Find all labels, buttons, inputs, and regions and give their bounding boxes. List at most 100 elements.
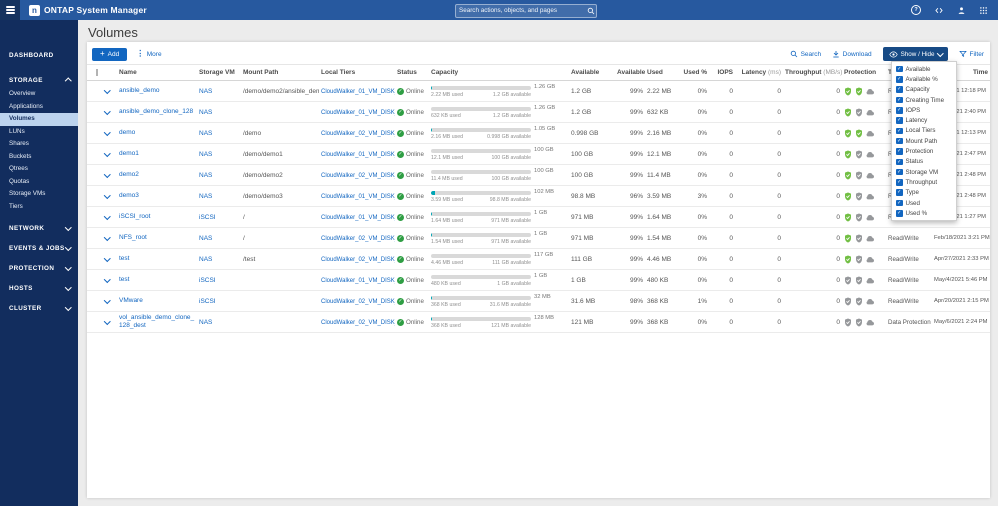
column-header-used[interactable]: Used xyxy=(645,69,681,76)
checkbox-checked-icon[interactable]: ✓ xyxy=(896,117,903,124)
sidebar-item-network[interactable]: NETWORK xyxy=(0,221,78,236)
storage-vm-link[interactable]: NAS xyxy=(199,88,212,95)
volume-name-link[interactable]: test xyxy=(119,276,195,284)
column-header-status[interactable]: Status xyxy=(395,69,429,76)
global-search-box[interactable] xyxy=(455,3,597,18)
row-expand-chevron[interactable] xyxy=(104,108,111,115)
show-hide-menu-item[interactable]: ✓ Mount Path xyxy=(892,136,956,146)
show-hide-menu-item[interactable]: ✓ Local Tiers xyxy=(892,126,956,136)
sidebar-storage-subitem[interactable]: Storage VMs xyxy=(0,188,78,201)
show-hide-menu-item[interactable]: ✓ Available xyxy=(892,64,956,74)
sidebar-storage-subitem[interactable]: Overview xyxy=(0,88,78,101)
checkbox-checked-icon[interactable]: ✓ xyxy=(896,189,903,196)
volume-name-link[interactable]: iSCSI_root xyxy=(119,213,195,221)
row-expand-chevron[interactable] xyxy=(104,150,111,157)
show-hide-menu-item[interactable]: ✓ Used xyxy=(892,198,956,208)
storage-vm-link[interactable]: iSCSI xyxy=(199,277,216,284)
row-expand-chevron[interactable] xyxy=(104,234,111,241)
checkbox-checked-icon[interactable]: ✓ xyxy=(896,158,903,166)
table-row[interactable]: test iSCSI CloudWalker_01_VM_DISK_1 ✓ On… xyxy=(87,270,990,291)
table-row[interactable]: vol_ansible_demo_clone_128_dest NAS Clou… xyxy=(87,312,990,333)
volume-name-link[interactable]: demo xyxy=(119,129,195,137)
storage-vm-link[interactable]: iSCSI xyxy=(199,298,216,305)
local-tier-link[interactable]: CloudWalker_01_VM_DISK_1 xyxy=(321,89,395,95)
show-hide-menu-item[interactable]: ✓ Creating Time xyxy=(892,95,956,105)
apps-grid-icon[interactable] xyxy=(979,6,988,15)
add-button[interactable]: + Add xyxy=(92,47,128,61)
sidebar-storage-subitem[interactable]: Quotas xyxy=(0,176,78,189)
local-tier-link[interactable]: CloudWalker_02_VM_DISK_1 xyxy=(321,299,395,305)
filter-button[interactable]: Filter xyxy=(959,50,984,58)
show-hide-menu-item[interactable]: ✓ Latency xyxy=(892,115,956,125)
checkbox-checked-icon[interactable]: ✓ xyxy=(896,199,903,207)
row-expand-chevron[interactable] xyxy=(104,318,111,325)
volume-name-link[interactable]: demo1 xyxy=(119,150,195,158)
row-expand-chevron[interactable] xyxy=(104,87,111,94)
local-tier-link[interactable]: CloudWalker_01_VM_DISK_1 xyxy=(321,152,395,158)
row-expand-chevron[interactable] xyxy=(104,276,111,283)
storage-vm-link[interactable]: NAS xyxy=(199,151,212,158)
checkbox-checked-icon[interactable]: ✓ xyxy=(896,179,903,186)
sidebar-storage-subitem[interactable]: Volumes xyxy=(0,113,78,126)
sidebar-storage-subitem[interactable]: Applications xyxy=(0,101,78,114)
show-hide-menu-item[interactable]: ✓ Status xyxy=(892,157,956,167)
column-header-protection[interactable]: Protection xyxy=(842,69,886,76)
checkbox-checked-icon[interactable]: ✓ xyxy=(896,148,903,155)
sidebar-storage-subitem[interactable]: Buckets xyxy=(0,151,78,164)
column-header-iops[interactable]: IOPS xyxy=(709,69,735,76)
local-tier-link[interactable]: CloudWalker_01_VM_DISK_1 xyxy=(321,278,395,284)
sidebar-storage-subitem[interactable]: Shares xyxy=(0,138,78,151)
local-tier-link[interactable]: CloudWalker_02_VM_DISK_1 xyxy=(321,131,395,137)
row-expand-chevron[interactable] xyxy=(104,297,111,304)
checkbox-checked-icon[interactable]: ✓ xyxy=(896,96,903,104)
sidebar-item-cluster[interactable]: CLUSTER xyxy=(0,301,78,316)
show-hide-menu-item[interactable]: ✓ Used % xyxy=(892,208,956,218)
volume-name-link[interactable]: ansible_demo xyxy=(119,87,195,95)
storage-vm-link[interactable]: NAS xyxy=(199,130,212,137)
sidebar-item-dashboard[interactable]: DASHBOARD xyxy=(0,48,78,63)
help-icon[interactable]: ? xyxy=(911,5,921,15)
storage-vm-link[interactable]: NAS xyxy=(199,172,212,179)
column-header-available-pct[interactable]: Available % xyxy=(615,69,645,76)
sidebar-item-storage[interactable]: STORAGE xyxy=(0,73,78,88)
local-tier-link[interactable]: CloudWalker_01_VM_DISK_1 xyxy=(321,110,395,116)
user-icon[interactable] xyxy=(957,6,966,15)
volume-name-link[interactable]: demo2 xyxy=(119,171,195,179)
sidebar-item-hosts[interactable]: HOSTS xyxy=(0,281,78,296)
row-expand-chevron[interactable] xyxy=(104,171,111,178)
row-expand-chevron[interactable] xyxy=(104,192,111,199)
volume-name-link[interactable]: VMware xyxy=(119,297,195,305)
storage-vm-link[interactable]: iSCSI xyxy=(199,214,216,221)
storage-vm-link[interactable]: NAS xyxy=(199,193,212,200)
checkbox-checked-icon[interactable]: ✓ xyxy=(896,76,903,83)
app-logo[interactable]: n ONTAP System Manager xyxy=(29,4,147,16)
column-header-capacity[interactable]: Capacity xyxy=(429,69,569,76)
select-all-checkbox[interactable] xyxy=(96,69,98,76)
column-header-used-pct[interactable]: Used % xyxy=(681,69,709,76)
volume-name-link[interactable]: NFS_root xyxy=(119,234,195,242)
checkbox-checked-icon[interactable]: ✓ xyxy=(896,65,903,73)
row-expand-chevron[interactable] xyxy=(104,129,111,136)
sidebar-storage-subitem[interactable]: Qtrees xyxy=(0,163,78,176)
sidebar-item-events-jobs[interactable]: EVENTS & JOBS xyxy=(0,241,78,256)
show-hide-button[interactable]: Show / Hide xyxy=(882,47,949,61)
volume-name-link[interactable]: vol_ansible_demo_clone_128_dest xyxy=(119,314,195,330)
show-hide-menu-item[interactable]: ✓ Available % xyxy=(892,74,956,84)
sidebar-storage-subitem[interactable]: LUNs xyxy=(0,126,78,139)
column-header-latency[interactable]: Latency (ms) xyxy=(735,69,783,76)
table-row[interactable]: NFS_root NAS / CloudWalker_02_VM_DISK_1 … xyxy=(87,228,990,249)
column-header-mount-path[interactable]: Mount Path xyxy=(241,69,319,76)
volume-name-link[interactable]: ansible_demo_clone_128 xyxy=(119,108,195,116)
show-hide-menu-item[interactable]: ✓ Throughput xyxy=(892,177,956,187)
download-button[interactable]: Download xyxy=(832,50,872,58)
show-hide-menu-item[interactable]: ✓ Capacity xyxy=(892,85,956,95)
local-tier-link[interactable]: CloudWalker_01_VM_DISK_1 xyxy=(321,194,395,200)
storage-vm-link[interactable]: NAS xyxy=(199,319,212,326)
table-row[interactable]: ansible_demo NAS /demo/demo2/ansible_dem… xyxy=(87,81,990,102)
table-row[interactable]: test NAS /test CloudWalker_02_VM_DISK_1 … xyxy=(87,249,990,270)
show-hide-menu-item[interactable]: ✓ Storage VM xyxy=(892,167,956,177)
checkbox-checked-icon[interactable]: ✓ xyxy=(896,168,903,176)
column-header-name[interactable]: Name xyxy=(117,69,197,76)
show-hide-menu-item[interactable]: ✓ IOPS xyxy=(892,105,956,115)
checkbox-checked-icon[interactable]: ✓ xyxy=(896,210,903,217)
